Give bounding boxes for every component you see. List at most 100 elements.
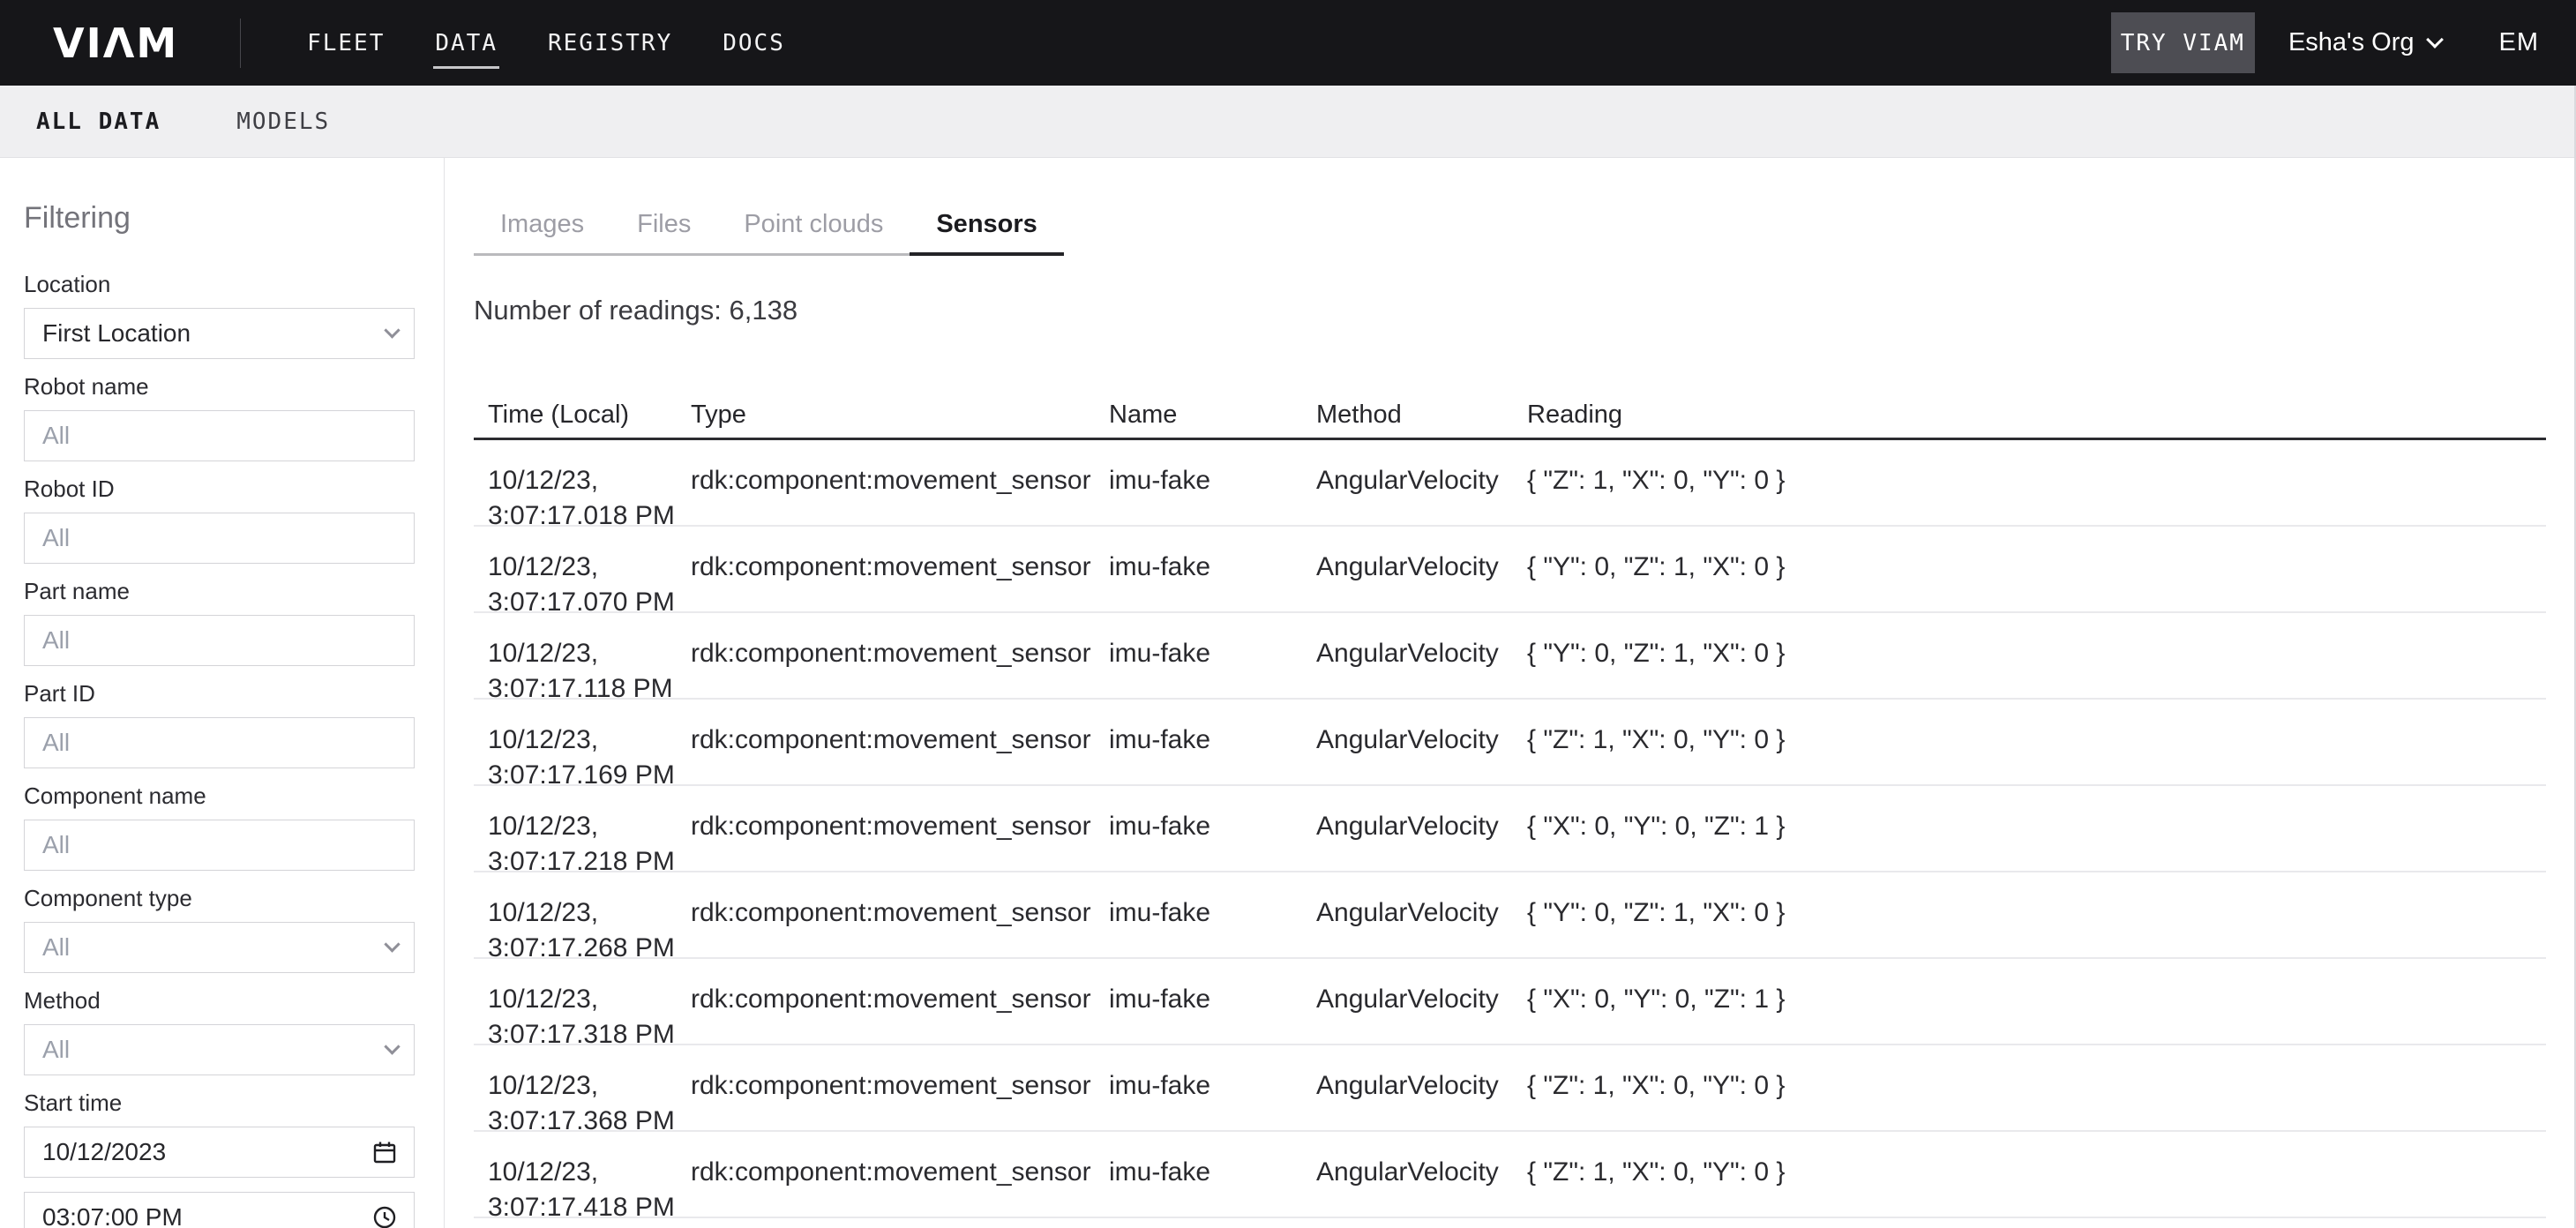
tab-files[interactable]: Files xyxy=(610,196,717,256)
nav-link-data[interactable]: DATA xyxy=(435,30,498,56)
filter-label-start-time: Start time xyxy=(24,1089,415,1116)
chevron-down-icon xyxy=(384,936,400,952)
cell-time-clock: 3:07:17.418 PM xyxy=(488,1190,677,1225)
tab-sensors[interactable]: Sensors xyxy=(910,196,1063,256)
cell-method: AngularVelocity xyxy=(1302,463,1513,525)
start-date-input[interactable]: 10/12/2023 xyxy=(24,1127,415,1178)
chevron-down-icon xyxy=(2426,31,2444,49)
cell-time-date: 10/12/23, xyxy=(488,636,677,671)
part-id-input[interactable] xyxy=(24,717,415,768)
method-select-value: All xyxy=(42,1036,70,1064)
viam-logo[interactable]: VIΛM xyxy=(53,19,178,67)
table-row: 10/12/23, 3:07:17.169 PM rdk:component:m… xyxy=(474,700,2546,786)
table-row: 10/12/23, 3:07:17.070 PM rdk:component:m… xyxy=(474,527,2546,613)
column-header-method: Method xyxy=(1302,401,1513,428)
cell-method: AngularVelocity xyxy=(1302,809,1513,871)
table-row: 10/12/23, 3:07:17.318 PM rdk:component:m… xyxy=(474,959,2546,1045)
tab-images[interactable]: Images xyxy=(474,196,610,256)
top-nav: VIΛM FLEET DATA REGISTRY DOCS TRY VIAM E… xyxy=(0,0,2576,86)
part-name-input[interactable] xyxy=(24,615,415,666)
filter-group-part-id: Part ID xyxy=(24,680,415,768)
nav-link-registry[interactable]: REGISTRY xyxy=(548,30,672,56)
cell-name: imu-fake xyxy=(1095,636,1302,698)
nav-link-docs[interactable]: DOCS xyxy=(723,30,785,56)
cell-time-date: 10/12/23, xyxy=(488,1068,677,1104)
tab-point-clouds[interactable]: Point clouds xyxy=(717,196,910,256)
cell-time-clock: 3:07:17.318 PM xyxy=(488,1017,677,1052)
table-row: 10/12/23, 3:07:17.418 PM rdk:component:m… xyxy=(474,1132,2546,1218)
cell-type: rdk:component:movement_sensor xyxy=(677,636,1095,698)
cell-time-clock: 3:07:17.018 PM xyxy=(488,498,677,534)
cell-reading: { "Z": 1, "X": 0, "Y": 0 } xyxy=(1513,463,2546,525)
cell-reading: { "Y": 0, "Z": 1, "X": 0 } xyxy=(1513,550,2546,611)
nav-right-group: TRY VIAM Esha's Org EM xyxy=(2111,12,2539,73)
filter-group-method: Method All xyxy=(24,987,415,1075)
filter-label-robot-name: Robot name xyxy=(24,373,415,400)
cell-reading: { "X": 0, "Y": 0, "Z": 1 } xyxy=(1513,982,2546,1044)
table-body: 10/12/23, 3:07:17.018 PM rdk:component:m… xyxy=(474,440,2546,1218)
cell-name: imu-fake xyxy=(1095,723,1302,784)
table-row: 10/12/23, 3:07:17.218 PM rdk:component:m… xyxy=(474,786,2546,872)
cell-time: 10/12/23, 3:07:17.070 PM xyxy=(474,550,677,611)
cell-time-clock: 3:07:17.118 PM xyxy=(488,671,677,707)
filter-label-part-id: Part ID xyxy=(24,680,415,707)
filter-label-component-name: Component name xyxy=(24,782,415,809)
cell-time-date: 10/12/23, xyxy=(488,809,677,844)
org-switcher[interactable]: Esha's Org xyxy=(2288,28,2441,57)
component-name-input[interactable] xyxy=(24,820,415,871)
cell-reading: { "Z": 1, "X": 0, "Y": 0 } xyxy=(1513,1155,2546,1217)
cell-time-date: 10/12/23, xyxy=(488,982,677,1017)
cell-type: rdk:component:movement_sensor xyxy=(677,723,1095,784)
cell-time: 10/12/23, 3:07:17.018 PM xyxy=(474,463,677,525)
cell-method: AngularVelocity xyxy=(1302,1068,1513,1130)
cell-type: rdk:component:movement_sensor xyxy=(677,982,1095,1044)
column-header-time: Time (Local) xyxy=(474,401,677,428)
cell-type: rdk:component:movement_sensor xyxy=(677,1155,1095,1217)
cell-time: 10/12/23, 3:07:17.418 PM xyxy=(474,1155,677,1217)
robot-id-input[interactable] xyxy=(24,513,415,564)
cell-time: 10/12/23, 3:07:17.118 PM xyxy=(474,636,677,698)
tab-models[interactable]: MODELS xyxy=(236,109,330,135)
column-header-reading: Reading xyxy=(1513,401,2546,428)
cell-type: rdk:component:movement_sensor xyxy=(677,1068,1095,1130)
try-viam-button[interactable]: TRY VIAM xyxy=(2111,12,2255,73)
cell-method: AngularVelocity xyxy=(1302,982,1513,1044)
tab-all-data[interactable]: ALL DATA xyxy=(36,109,161,135)
method-select[interactable]: All xyxy=(24,1024,415,1075)
robot-name-input[interactable] xyxy=(24,410,415,461)
sidebar-title: Filtering xyxy=(24,201,415,236)
clock-icon xyxy=(371,1204,398,1228)
component-type-select[interactable]: All xyxy=(24,922,415,973)
cell-method: AngularVelocity xyxy=(1302,636,1513,698)
cell-time-clock: 3:07:17.268 PM xyxy=(488,931,677,966)
cell-time-clock: 3:07:17.218 PM xyxy=(488,844,677,880)
readings-label: Number of readings: xyxy=(474,295,722,326)
cell-time-date: 10/12/23, xyxy=(488,723,677,758)
cell-method: AngularVelocity xyxy=(1302,723,1513,784)
start-date-value: 10/12/2023 xyxy=(42,1138,166,1166)
filter-group-robot-id: Robot ID xyxy=(24,475,415,564)
nav-link-fleet[interactable]: FLEET xyxy=(307,30,385,56)
start-time-input[interactable]: 03:07:00 PM xyxy=(24,1192,415,1228)
filter-group-component-type: Component type All xyxy=(24,885,415,973)
column-header-name: Name xyxy=(1095,401,1302,428)
cell-type: rdk:component:movement_sensor xyxy=(677,550,1095,611)
cell-time-date: 10/12/23, xyxy=(488,550,677,585)
data-type-tabs: Images Files Point clouds Sensors xyxy=(474,196,1064,256)
filter-label-robot-id: Robot ID xyxy=(24,475,415,502)
cell-reading: { "Y": 0, "Z": 1, "X": 0 } xyxy=(1513,895,2546,957)
cell-time-clock: 3:07:17.070 PM xyxy=(488,585,677,620)
cell-time-date: 10/12/23, xyxy=(488,463,677,498)
component-type-select-value: All xyxy=(42,933,70,962)
cell-name: imu-fake xyxy=(1095,463,1302,525)
chevron-down-icon xyxy=(384,322,400,338)
nav-divider xyxy=(240,19,241,68)
user-initials[interactable]: EM xyxy=(2499,28,2540,57)
filter-group-part-name: Part name xyxy=(24,578,415,666)
location-select-value: First Location xyxy=(42,319,191,348)
cell-method: AngularVelocity xyxy=(1302,895,1513,957)
location-select[interactable]: First Location xyxy=(24,308,415,359)
calendar-icon xyxy=(371,1139,398,1165)
table-row: 10/12/23, 3:07:17.268 PM rdk:component:m… xyxy=(474,872,2546,959)
cell-time-clock: 3:07:17.169 PM xyxy=(488,758,677,793)
